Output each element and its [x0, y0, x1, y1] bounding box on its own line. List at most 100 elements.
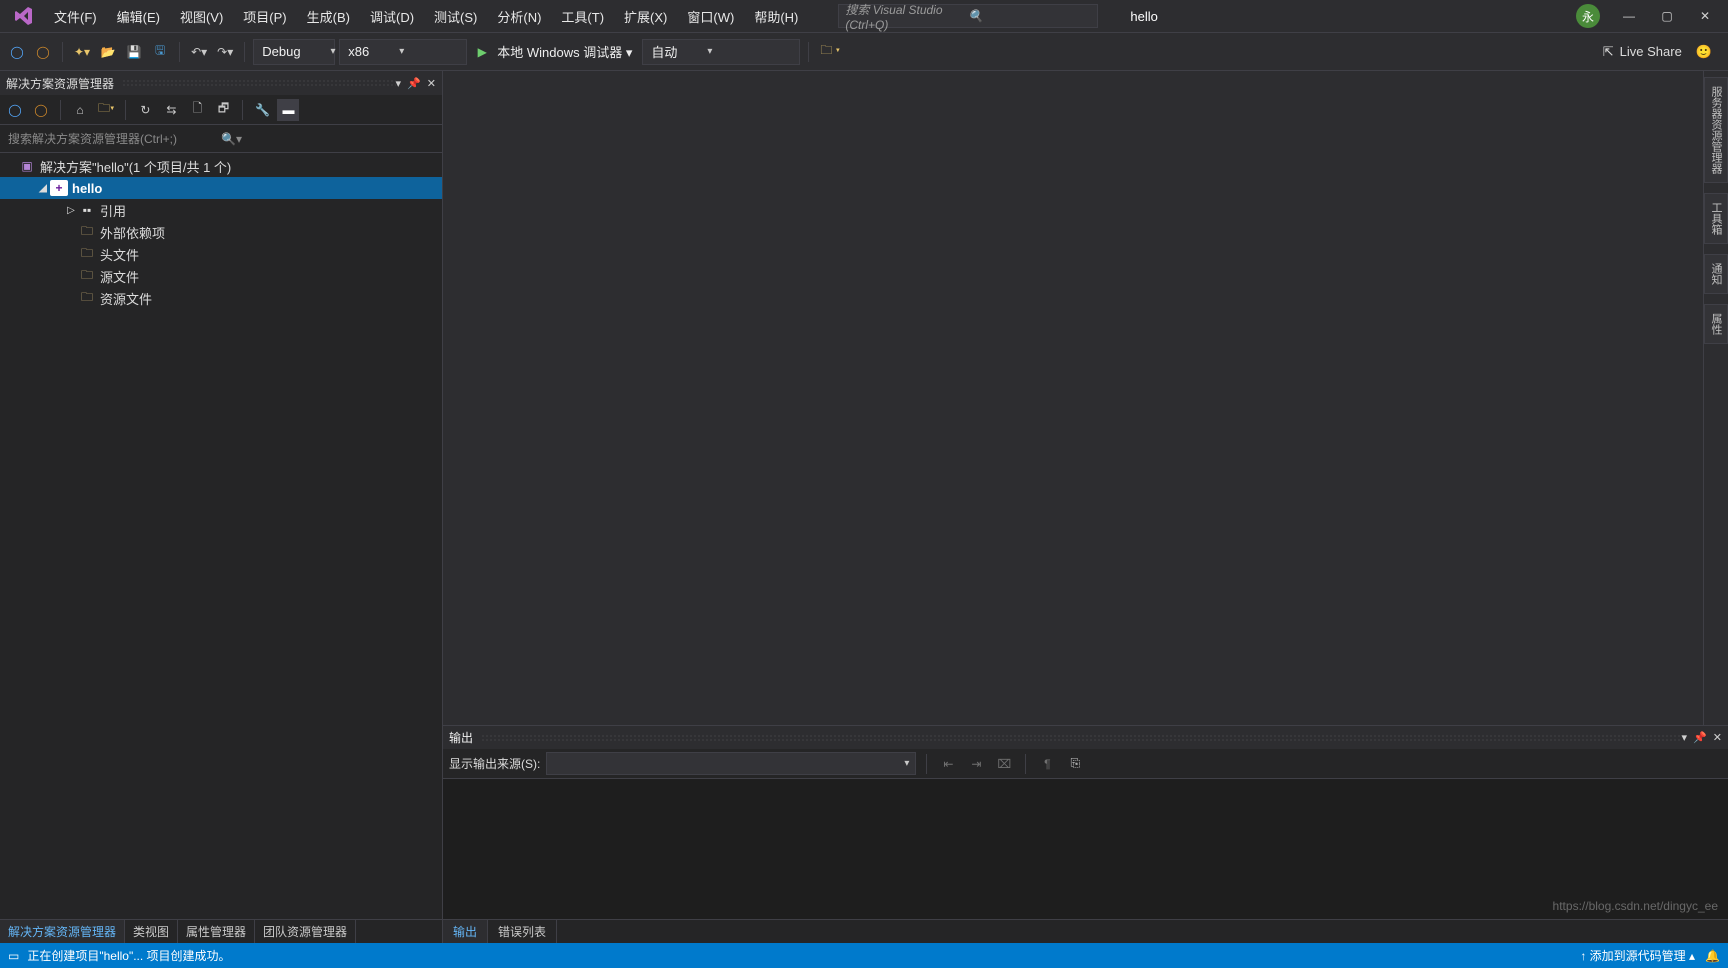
grip-icon	[122, 79, 396, 87]
document-area: 服务器资源管理器 工具箱 通知 属性	[443, 71, 1728, 725]
watermark-label: https://blog.csdn.net/dingyc_ee	[1553, 899, 1718, 913]
tab-server-explorer[interactable]: 服务器资源管理器	[1704, 77, 1728, 183]
tree-row-external-deps[interactable]: 🗀 外部依赖项	[0, 221, 442, 243]
output-settings-button[interactable]: ⎘	[1064, 751, 1086, 777]
solution-explorer-toolbar: ◯ ◯ ⌂ 🗀▾ ↻ ⇆ 🗋 🗗 🔧 ▬	[0, 95, 442, 125]
menu-test[interactable]: 测试(S)	[424, 1, 487, 32]
notification-icon[interactable]: 🔔	[1705, 949, 1720, 963]
menu-window[interactable]: 窗口(W)	[677, 1, 744, 32]
tab-toolbox[interactable]: 工具箱	[1704, 193, 1728, 244]
expander-open-icon[interactable]: ◢	[36, 183, 50, 194]
output-source-dropdown[interactable]	[546, 752, 916, 775]
toolbar-sep	[926, 754, 927, 774]
right-side-tabs: 服务器资源管理器 工具箱 通知 属性	[1703, 71, 1728, 725]
menu-project[interactable]: 项目(P)	[233, 1, 296, 32]
minimize-button[interactable]: —	[1620, 7, 1638, 25]
menu-analyze[interactable]: 分析(N)	[487, 1, 551, 32]
platform-value: x86	[348, 44, 369, 59]
menu-edit[interactable]: 编辑(E)	[107, 1, 170, 32]
debugger-label[interactable]: 本地 Windows 调试器 ▾	[497, 42, 632, 61]
solution-explorer-title-bar[interactable]: 解决方案资源管理器 ▾ 📌 ✕	[0, 71, 442, 95]
panel-dropdown-icon[interactable]: ▾	[1682, 731, 1688, 744]
tree-row-solution[interactable]: ▣ 解决方案"hello"(1 个项目/共 1 个)	[0, 155, 442, 177]
undo-button[interactable]: ↶▾	[188, 39, 210, 65]
preview-selected-button[interactable]: ▬	[277, 99, 299, 121]
tab-properties[interactable]: 属性	[1704, 304, 1728, 344]
close-icon[interactable]: ✕	[1713, 731, 1722, 744]
home-button[interactable]: ⌂	[69, 99, 91, 121]
expander-closed-icon[interactable]: ▷	[64, 205, 78, 216]
window-controls: 永 — ▢ ✕	[1576, 4, 1724, 28]
solution-tree: ▣ 解决方案"hello"(1 个项目/共 1 个) ◢ + hello ▷ ▪…	[0, 153, 442, 919]
output-wrap-button: ¶	[1036, 751, 1058, 777]
live-share-button[interactable]: ⇱ Live Share 🙂	[1603, 44, 1722, 60]
menu-file[interactable]: 文件(F)	[44, 1, 107, 32]
nav-back-button[interactable]: ◯	[6, 39, 28, 65]
collapse-all-button[interactable]: ⇆	[160, 99, 182, 121]
user-avatar[interactable]: 永	[1576, 4, 1600, 28]
properties-button[interactable]: 🔧	[251, 99, 273, 121]
global-search-input[interactable]: 搜索 Visual Studio (Ctrl+Q) 🔍	[838, 4, 1098, 28]
platform-dropdown[interactable]: x86	[339, 39, 467, 65]
workspace: 解决方案资源管理器 ▾ 📌 ✕ ◯ ◯ ⌂ 🗀▾ ↻ ⇆ 🗋 🗗 🔧 ▬ 搜索解…	[0, 71, 1728, 943]
toolbar-sep	[179, 42, 180, 62]
find-in-files-button[interactable]: 🗀 ▾	[817, 39, 843, 65]
tab-notifications[interactable]: 通知	[1704, 254, 1728, 294]
tree-row-project[interactable]: ◢ + hello	[0, 177, 442, 199]
close-button[interactable]: ✕	[1696, 7, 1714, 25]
maximize-button[interactable]: ▢	[1658, 7, 1676, 25]
tab-error-list[interactable]: 错误列表	[488, 920, 557, 943]
tree-row-references[interactable]: ▷ ▪▪ 引用	[0, 199, 442, 221]
tab-solution-explorer[interactable]: 解决方案资源管理器	[0, 920, 125, 943]
start-debug-button[interactable]: ▶	[471, 39, 493, 65]
menu-extensions[interactable]: 扩展(X)	[614, 1, 677, 32]
tree-row-headers[interactable]: 🗀 头文件	[0, 243, 442, 265]
solution-search-input[interactable]: 搜索解决方案资源管理器(Ctrl+;) 🔍▾	[0, 125, 442, 153]
pin-icon[interactable]: 📌	[1693, 731, 1707, 744]
redo-button[interactable]: ↷▾	[214, 39, 236, 65]
panel-dropdown-icon[interactable]: ▾	[396, 77, 402, 90]
menu-view[interactable]: 视图(V)	[170, 1, 233, 32]
show-all-button[interactable]: 🗋	[186, 99, 208, 121]
open-file-button[interactable]: 📂	[97, 39, 119, 65]
auto-dropdown[interactable]: 自动	[642, 39, 800, 65]
output-panel: 输出 ▾ 📌 ✕ 显示输出来源(S): ⇤ ⇥ ⌧ ¶ ⎘	[443, 725, 1728, 943]
toolbar-sep	[1025, 754, 1026, 774]
search-icon: 🔍	[968, 9, 1091, 23]
solution-label: 解决方案"hello"(1 个项目/共 1 个)	[40, 157, 231, 176]
nav-fwd-button[interactable]: ◯	[32, 39, 54, 65]
output-next-button: ⇥	[965, 751, 987, 777]
tree-row-sources[interactable]: 🗀 源文件	[0, 265, 442, 287]
feedback-icon[interactable]: 🙂	[1696, 44, 1712, 60]
sync-button[interactable]: 🗀▾	[95, 99, 117, 121]
source-control-button[interactable]: ↑ 添加到源代码管理 ▴	[1580, 947, 1695, 964]
tab-property-manager[interactable]: 属性管理器	[178, 920, 255, 943]
node-label: 外部依赖项	[100, 223, 165, 242]
preview-button[interactable]: 🗗	[212, 99, 234, 121]
new-project-button[interactable]: ✦▾	[71, 39, 93, 65]
output-textarea[interactable]	[443, 779, 1728, 919]
node-label: 头文件	[100, 245, 139, 264]
grip-icon	[481, 734, 1682, 742]
close-icon[interactable]: ✕	[427, 77, 436, 90]
save-all-button[interactable]: 🖫	[149, 39, 171, 65]
menu-debug[interactable]: 调试(D)	[360, 1, 424, 32]
menu-build[interactable]: 生成(B)	[297, 1, 360, 32]
tab-output[interactable]: 输出	[443, 920, 488, 943]
sln-back-button[interactable]: ◯	[4, 99, 26, 121]
config-dropdown[interactable]: Debug	[253, 39, 335, 65]
output-title-bar[interactable]: 输出 ▾ 📌 ✕	[443, 726, 1728, 749]
toolbar-sep	[60, 100, 61, 120]
sln-fwd-button[interactable]: ◯	[30, 99, 52, 121]
solution-explorer-panel: 解决方案资源管理器 ▾ 📌 ✕ ◯ ◯ ⌂ 🗀▾ ↻ ⇆ 🗋 🗗 🔧 ▬ 搜索解…	[0, 71, 443, 943]
save-button[interactable]: 💾	[123, 39, 145, 65]
menu-help[interactable]: 帮助(H)	[744, 1, 808, 32]
tab-team-explorer[interactable]: 团队资源管理器	[255, 920, 356, 943]
menu-tools[interactable]: 工具(T)	[551, 1, 614, 32]
tree-row-resources[interactable]: 🗀 资源文件	[0, 287, 442, 309]
node-label: 引用	[100, 201, 126, 220]
tab-class-view[interactable]: 类视图	[125, 920, 178, 943]
toolbar-sep	[125, 100, 126, 120]
refresh-button[interactable]: ↻	[134, 99, 156, 121]
pin-icon[interactable]: 📌	[407, 77, 421, 90]
